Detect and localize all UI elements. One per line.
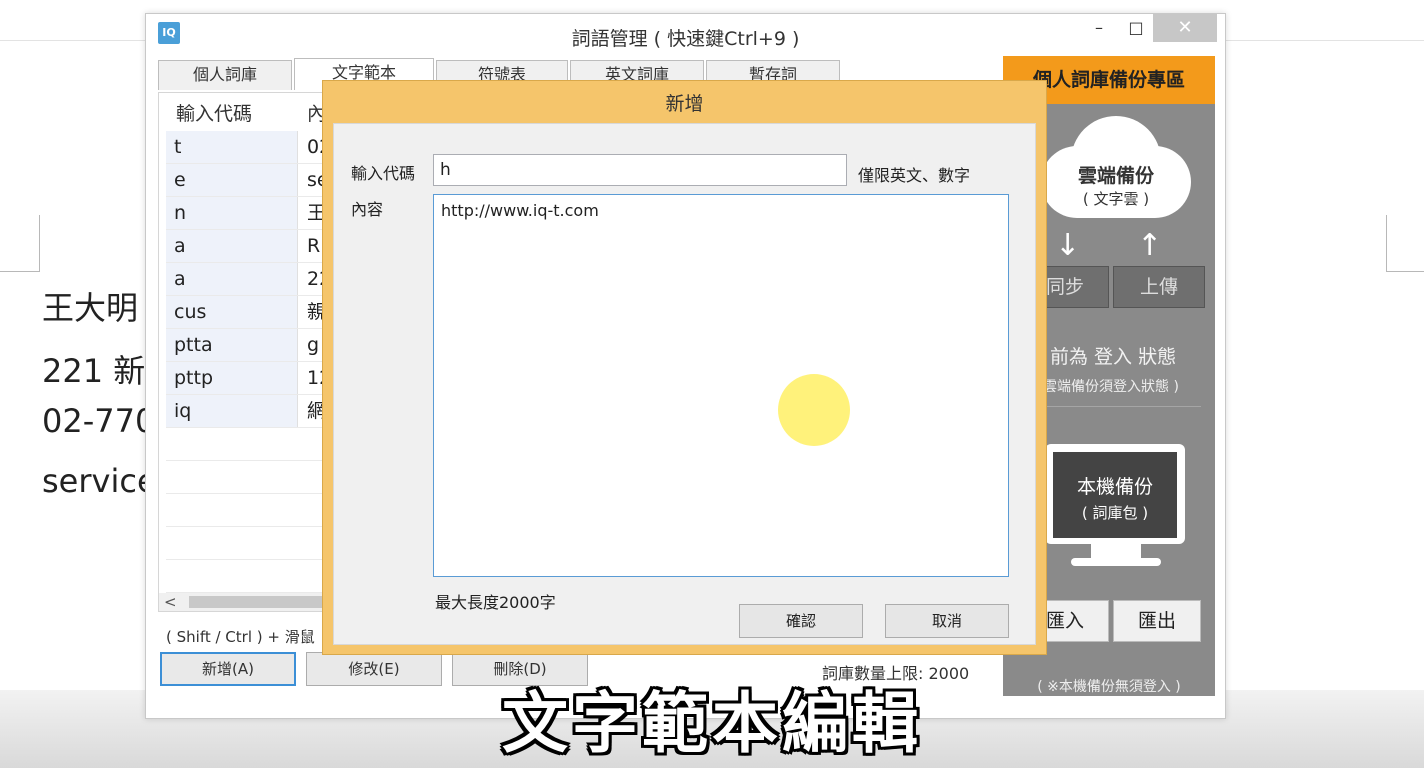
content-textarea[interactable]: http://www.iq-t.com (433, 194, 1009, 577)
title-bar[interactable]: IQ 詞語管理 ( 快速鍵Ctrl+9 ) – □ ✕ (146, 14, 1225, 54)
tab-personal-dictionary[interactable]: 個人詞庫 (158, 60, 292, 90)
window-title: 詞語管理 ( 快速鍵Ctrl+9 ) (571, 28, 800, 50)
mouse-highlight (778, 374, 850, 446)
local-backup-monitor-icon[interactable]: 本機備份 ( 詞庫包 ) (1045, 444, 1185, 544)
row-code: ptta (166, 329, 298, 361)
video-subtitle: 文字範本編輯 (502, 685, 922, 762)
add-phrase-dialog: 新增 輸入代碼 h 僅限英文、數字 內容 http://www.iq-t.com… (322, 80, 1047, 655)
dialog-body: 輸入代碼 h 僅限英文、數字 內容 http://www.iq-t.com 最大… (333, 123, 1036, 645)
upload-button[interactable]: 上傳 (1113, 266, 1205, 308)
document-line-2: 221 新 (42, 352, 146, 390)
dialog-title: 新增 (665, 93, 704, 115)
row-code: pttp (166, 362, 298, 394)
scroll-left-icon[interactable]: < (164, 593, 177, 611)
local-backup-title: 本機備份 (1076, 476, 1153, 498)
local-backup-subtitle: ( 詞庫包 ) (1081, 504, 1149, 522)
row-code: e (166, 164, 298, 196)
close-button[interactable]: ✕ (1153, 14, 1217, 42)
scrollbar-thumb[interactable] (189, 596, 329, 608)
row-code: n (166, 197, 298, 229)
arrow-up-icon: ↑ (1137, 228, 1163, 263)
page-corner-mark-left (0, 215, 40, 272)
row-code: a (166, 230, 298, 262)
row-code: cus (166, 296, 298, 328)
confirm-button[interactable]: 確認 (739, 604, 863, 638)
selection-hint: ( Shift / Ctrl ) + 滑鼠 (166, 628, 315, 646)
monitor-stand (1091, 544, 1141, 558)
page-corner-mark-right (1386, 215, 1424, 272)
maximize-button[interactable]: □ (1119, 14, 1153, 42)
login-status-note: 雲端備份須登入狀態 ) (1043, 379, 1179, 395)
max-length-note: 最大長度2000字 (435, 593, 556, 612)
cloud-backup-subtitle: ( 文字雲 ) (1082, 190, 1150, 208)
monitor-base (1071, 558, 1161, 566)
code-label: 輸入代碼 (351, 164, 416, 183)
panel-divider (1041, 406, 1201, 407)
code-input[interactable]: h (433, 154, 847, 186)
code-hint: 僅限英文、數字 (858, 166, 971, 185)
row-code: a (166, 263, 298, 295)
content-label: 內容 (351, 200, 384, 219)
document-line-3: 02-770 (42, 402, 156, 440)
row-code: iq (166, 395, 298, 427)
column-header-code[interactable]: 輸入代碼 (176, 99, 252, 126)
minimize-button[interactable]: – (1079, 14, 1119, 42)
document-line-4: service (42, 462, 157, 500)
row-code: t (166, 131, 298, 163)
cloud-backup-icon[interactable]: 雲端備份 ( 文字雲 ) (1041, 116, 1191, 226)
cancel-button[interactable]: 取消 (885, 604, 1009, 638)
arrow-down-icon: ↓ (1055, 228, 1081, 263)
export-button[interactable]: 匯出 (1113, 600, 1201, 642)
document-line-1: 王大明 (42, 289, 139, 327)
login-status: 目前為 登入 狀態 (1031, 346, 1177, 368)
cloud-backup-title: 雲端備份 (1077, 165, 1154, 187)
